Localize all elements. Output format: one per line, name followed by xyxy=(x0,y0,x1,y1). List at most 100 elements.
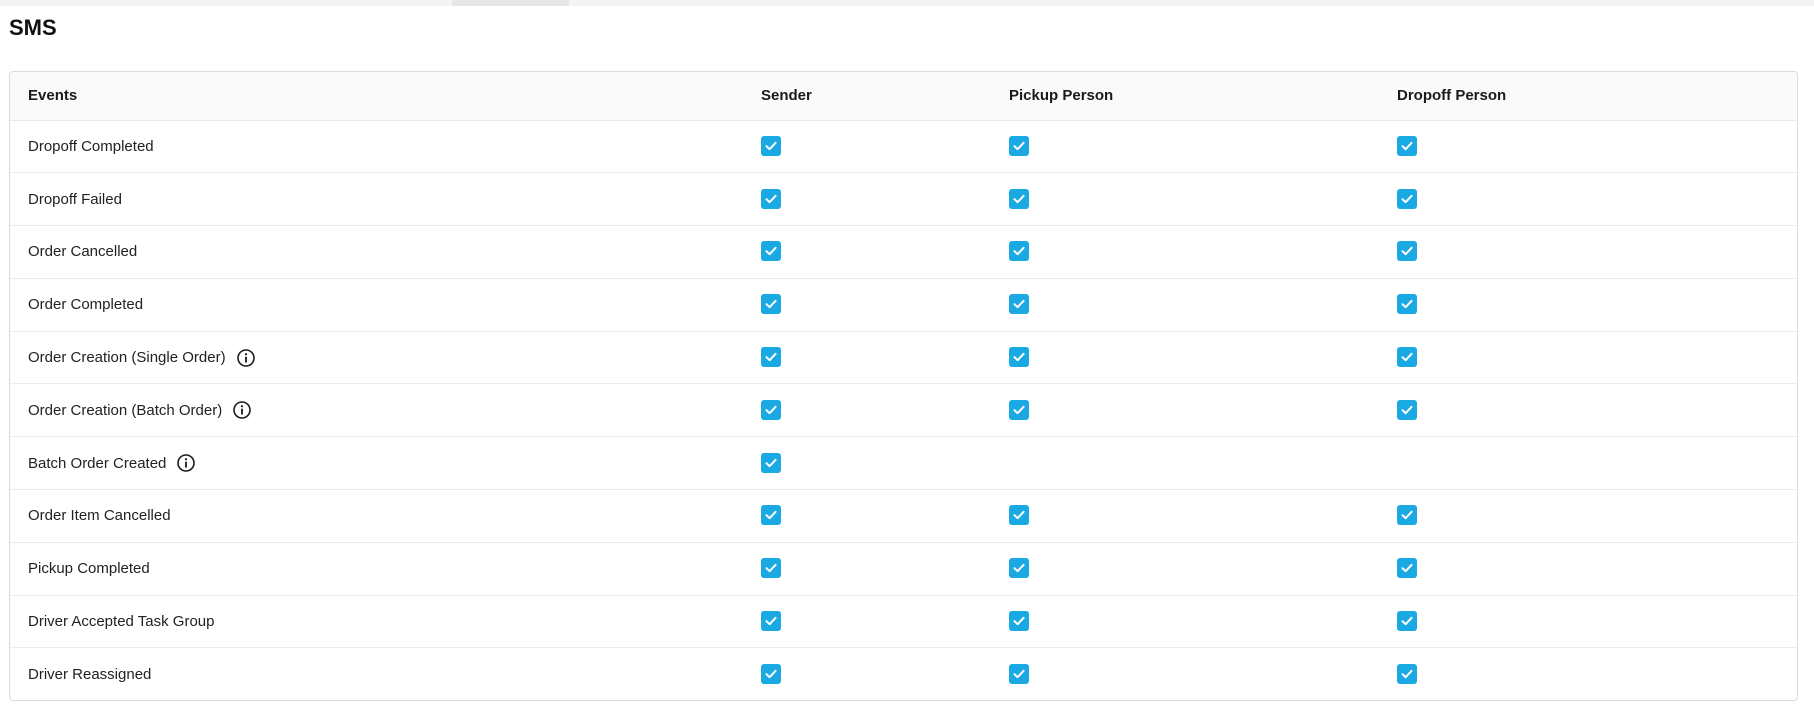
column-header-events: Events xyxy=(10,72,761,121)
pickup-person-cell xyxy=(1009,383,1397,437)
checkmark-icon xyxy=(1400,561,1414,575)
pickup-person-checkbox[interactable] xyxy=(1009,347,1029,368)
pickup-person-cell xyxy=(1009,277,1397,332)
pickup-person-cell xyxy=(1009,489,1397,543)
pickup-person-checkbox[interactable] xyxy=(1009,135,1029,156)
pickup-person-cell xyxy=(1009,436,1397,490)
sender-checkbox[interactable] xyxy=(761,664,781,685)
sender-checkbox[interactable] xyxy=(761,558,781,579)
event-label: Dropoff Failed xyxy=(28,190,122,208)
checkmark-icon xyxy=(1400,297,1414,311)
event-cell: Order Completed xyxy=(10,277,761,332)
checkmark-icon xyxy=(764,456,778,470)
checkmark-icon xyxy=(1400,667,1414,681)
dropoff-person-checkbox[interactable] xyxy=(1397,558,1417,579)
event-label: Order Item Cancelled xyxy=(28,507,171,525)
dropoff-person-cell xyxy=(1397,383,1797,437)
table-header-row: Events Sender Pickup Person Dropoff Pers… xyxy=(10,72,1797,121)
table-row: Order Completed xyxy=(10,277,1797,332)
event-cell-content: Order Cancelled xyxy=(28,243,761,260)
info-circle-icon[interactable] xyxy=(176,453,196,473)
sender-cell xyxy=(761,436,1009,490)
checkmark-icon xyxy=(764,561,778,575)
pickup-person-checkbox[interactable] xyxy=(1009,558,1029,579)
checkmark-icon xyxy=(1012,561,1026,575)
dropoff-person-checkbox[interactable] xyxy=(1397,347,1417,368)
sender-checkbox[interactable] xyxy=(761,188,781,209)
info-circle-icon[interactable] xyxy=(232,400,252,420)
info-circle-icon[interactable] xyxy=(236,348,256,368)
dropoff-person-checkbox[interactable] xyxy=(1397,399,1417,420)
event-cell: Driver Accepted Task Group xyxy=(10,594,761,648)
event-label: Order Cancelled xyxy=(28,243,138,261)
top-tab-strip xyxy=(0,0,1814,6)
dropoff-person-cell xyxy=(1397,277,1797,332)
sender-checkbox[interactable] xyxy=(761,611,781,632)
checkmark-icon xyxy=(1400,350,1414,364)
checkmark-icon xyxy=(1400,508,1414,522)
sender-checkbox[interactable] xyxy=(761,241,781,262)
sender-checkbox[interactable] xyxy=(761,294,781,315)
pickup-person-checkbox[interactable] xyxy=(1009,664,1029,685)
checkmark-icon xyxy=(1400,139,1414,153)
column-header-pickup-person: Pickup Person xyxy=(1009,72,1397,121)
event-cell: Order Creation (Batch Order) xyxy=(10,383,761,437)
event-label: Order Completed xyxy=(28,296,144,314)
table-row: Pickup Completed xyxy=(10,541,1797,596)
event-cell-content: Dropoff Completed xyxy=(28,138,761,155)
dropoff-person-checkbox[interactable] xyxy=(1397,611,1417,632)
dropoff-person-checkbox[interactable] xyxy=(1397,188,1417,209)
pickup-person-cell xyxy=(1009,647,1397,700)
checkmark-icon xyxy=(764,139,778,153)
pickup-person-checkbox[interactable] xyxy=(1009,188,1029,209)
checkmark-icon xyxy=(1012,508,1026,522)
event-cell: Dropoff Completed xyxy=(10,120,761,173)
checkmark-icon xyxy=(1012,192,1026,206)
table-body: Dropoff Completed Dropoff Failed Order Can… xyxy=(10,120,1797,700)
dropoff-person-checkbox[interactable] xyxy=(1397,135,1417,156)
dropoff-person-checkbox[interactable] xyxy=(1397,241,1417,262)
event-label: Driver Reassigned xyxy=(28,666,152,684)
dropoff-person-checkbox[interactable] xyxy=(1397,664,1417,685)
table-row: Batch Order Created xyxy=(10,436,1797,490)
dropoff-person-checkbox[interactable] xyxy=(1397,505,1417,526)
dropoff-person-cell xyxy=(1397,225,1797,279)
pickup-person-checkbox[interactable] xyxy=(1009,399,1029,420)
pickup-person-checkbox[interactable] xyxy=(1009,611,1029,632)
checkmark-icon xyxy=(764,297,778,311)
pickup-person-checkbox[interactable] xyxy=(1009,241,1029,262)
dropoff-person-checkbox[interactable] xyxy=(1397,294,1417,315)
sender-checkbox[interactable] xyxy=(761,135,781,156)
event-cell-content: Dropoff Failed xyxy=(28,191,761,208)
event-cell-content: Driver Reassigned xyxy=(28,666,761,683)
checkmark-icon xyxy=(764,350,778,364)
dropoff-person-cell xyxy=(1397,594,1797,648)
sender-cell xyxy=(761,594,1009,648)
pickup-person-cell xyxy=(1009,541,1397,596)
sender-checkbox[interactable] xyxy=(761,347,781,368)
table-row: Driver Accepted Task Group xyxy=(10,594,1797,648)
dropoff-person-cell xyxy=(1397,120,1797,173)
checkmark-icon xyxy=(764,244,778,258)
sender-cell xyxy=(761,277,1009,332)
event-label: Driver Accepted Task Group xyxy=(28,613,215,631)
checkmark-icon xyxy=(1400,403,1414,417)
table-header: Events Sender Pickup Person Dropoff Pers… xyxy=(10,72,1797,121)
checkmark-icon xyxy=(764,667,778,681)
checkmark-icon xyxy=(764,614,778,628)
pickup-person-checkbox[interactable] xyxy=(1009,294,1029,315)
dropoff-person-cell xyxy=(1397,172,1797,226)
sender-checkbox[interactable] xyxy=(761,505,781,526)
checkmark-icon xyxy=(764,508,778,522)
table-row: Order Item Cancelled xyxy=(10,489,1797,543)
notification-settings-table: Events Sender Pickup Person Dropoff Pers… xyxy=(9,71,1798,701)
sender-checkbox[interactable] xyxy=(761,452,781,473)
checkmark-icon xyxy=(1012,139,1026,153)
sender-checkbox[interactable] xyxy=(761,399,781,420)
events-table: Events Sender Pickup Person Dropoff Pers… xyxy=(10,72,1797,700)
event-cell-content: Order Creation (Batch Order) xyxy=(28,400,761,420)
checkmark-icon xyxy=(1012,667,1026,681)
pickup-person-checkbox[interactable] xyxy=(1009,505,1029,526)
checkmark-icon xyxy=(1012,403,1026,417)
section-title: SMS xyxy=(9,15,57,40)
